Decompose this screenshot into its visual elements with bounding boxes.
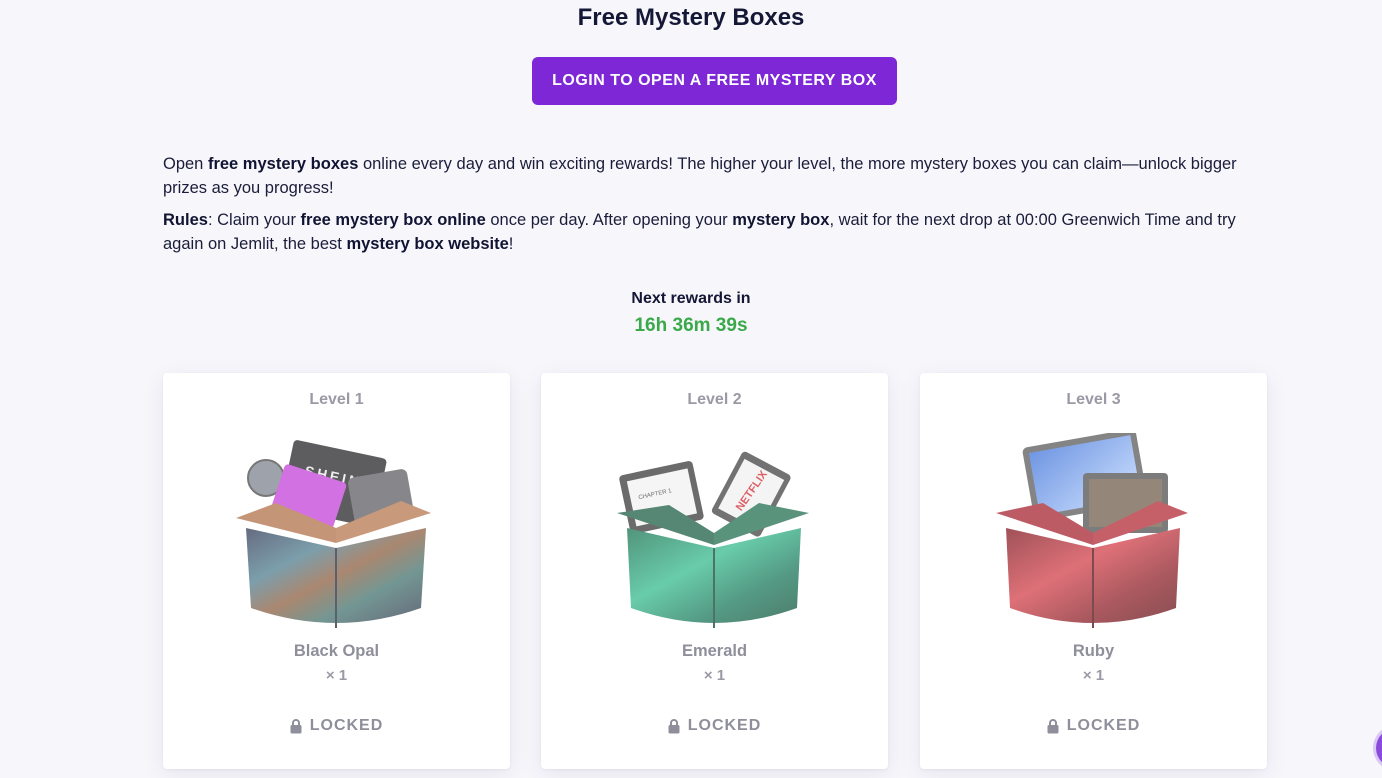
bold-text: mystery box website	[346, 235, 509, 253]
locked-label: LOCKED	[1066, 717, 1141, 734]
ruby-box-image	[996, 433, 1188, 628]
lock-icon	[290, 718, 302, 734]
text-run: once per day. After opening your	[485, 211, 733, 229]
intro-text: Open free mystery boxes online every day…	[163, 152, 1273, 264]
locked-status: LOCKED	[541, 717, 888, 735]
locked-status: LOCKED	[920, 717, 1267, 735]
page-title: Free Mystery Boxes	[577, 4, 805, 31]
text-run: Open	[163, 155, 208, 173]
card-quantity: × 1	[325, 667, 348, 684]
next-rewards-label: Next rewards in	[631, 290, 751, 307]
mystery-box-card-level-1[interactable]: Level 1 SHEIN Black Opal × 1 LOCKED	[163, 373, 510, 769]
text-run: !	[508, 235, 514, 253]
black-opal-box-image: SHEIN	[236, 440, 431, 628]
chat-widget-button[interactable]	[1376, 728, 1382, 768]
mystery-box-card-level-3[interactable]: Level 3 Ruby × 1 LOCKED	[920, 373, 1267, 769]
card-level-label: Level 2	[687, 391, 742, 408]
card-box-name: Black Opal	[293, 642, 380, 660]
card-box-name: Ruby	[1072, 642, 1115, 660]
card-level-label: Level 1	[309, 391, 364, 408]
locked-label: LOCKED	[687, 717, 762, 734]
card-quantity: × 1	[703, 667, 726, 684]
emerald-box-image: CHAPTER 1 NETFLIX	[617, 451, 809, 628]
page: Free Mystery Boxes LOGIN TO OPEN A FREE …	[0, 0, 1382, 778]
bold-text: mystery box	[732, 211, 830, 229]
bold-text: Rules	[163, 211, 208, 229]
login-to-open-button[interactable]: LOGIN TO OPEN A FREE MYSTERY BOX	[532, 57, 897, 105]
card-box-name: Emerald	[681, 642, 748, 660]
intro-paragraph: Open free mystery boxes online every day…	[163, 152, 1273, 200]
countdown-timer: 16h 36m 39s	[634, 315, 748, 336]
card-quantity: × 1	[1082, 667, 1105, 684]
mystery-box-card-level-2[interactable]: Level 2 CHAPTER 1 NETFLIX Emerald × 1 LO…	[541, 373, 888, 769]
locked-label: LOCKED	[309, 717, 384, 734]
locked-status: LOCKED	[163, 717, 510, 735]
bold-text: free mystery box online	[300, 211, 486, 229]
lock-icon	[1047, 718, 1059, 734]
rules-paragraph: Rules: Claim your free mystery box onlin…	[163, 208, 1273, 256]
lock-icon	[668, 718, 680, 734]
text-run: : Claim your	[207, 211, 301, 229]
card-level-label: Level 3	[1066, 391, 1121, 408]
bold-text: free mystery boxes	[207, 155, 359, 173]
